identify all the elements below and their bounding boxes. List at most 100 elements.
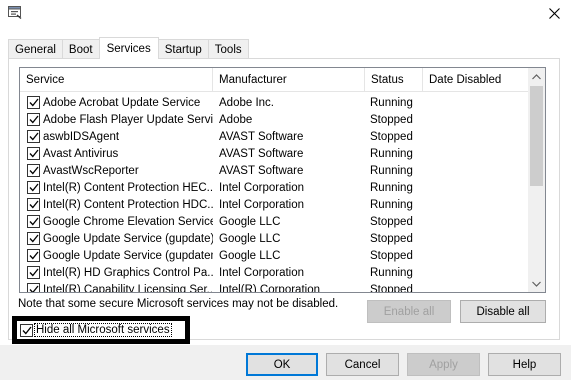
- service-cell: Intel(R) Content Protection HDC...: [20, 198, 213, 211]
- manufacturer-cell: Intel Corporation: [219, 266, 305, 279]
- service-cell: Intel(R) HD Graphics Control Pa...: [20, 266, 213, 279]
- manufacturer-cell: Intel(R) Corporation: [219, 283, 320, 293]
- service-name: aswbIDSAgent: [43, 130, 120, 143]
- tab-services[interactable]: Services: [98, 37, 159, 59]
- tab-boot[interactable]: Boot: [61, 39, 100, 59]
- table-row[interactable]: Google Chrome Elevation Service Google LL…: [20, 213, 530, 230]
- table-row[interactable]: Google Update Service (gupdatem) Google L…: [20, 247, 530, 264]
- service-checkbox[interactable]: [27, 215, 40, 228]
- close-icon: [548, 8, 560, 22]
- disable-all-button[interactable]: Disable all: [460, 300, 546, 323]
- service-cell: Google Update Service (gupdatem): [20, 249, 213, 262]
- title-bar: [0, 0, 571, 30]
- list-header: Service Manufacturer Status Date Disable…: [20, 68, 530, 92]
- status-cell: Stopped: [370, 249, 413, 262]
- status-cell: Running: [370, 164, 413, 177]
- table-row[interactable]: AvastWscReporter AVAST Software Running: [20, 162, 530, 179]
- table-row[interactable]: Intel(R) Content Protection HEC... Intel …: [20, 179, 530, 196]
- service-name: Google Update Service (gupdate): [43, 232, 213, 245]
- service-name: Adobe Flash Player Update Service: [43, 113, 213, 126]
- status-cell: Stopped: [370, 232, 413, 245]
- service-cell: aswbIDSAgent: [20, 130, 213, 143]
- table-row[interactable]: Intel(R) Capability Licensing Ser... Inte…: [20, 281, 530, 293]
- close-button[interactable]: [537, 0, 571, 30]
- hide-microsoft-services-label: Hide all Microsoft services: [34, 323, 172, 337]
- vertical-scrollbar[interactable]: [528, 68, 545, 292]
- service-name: AvastWscReporter: [43, 164, 139, 177]
- table-row[interactable]: Intel(R) HD Graphics Control Pa... Intel …: [20, 264, 530, 281]
- checkbox[interactable]: [20, 323, 33, 337]
- status-cell: Running: [370, 147, 413, 160]
- service-cell: Avast Antivirus: [20, 147, 213, 160]
- chevron-down-icon: [532, 278, 541, 290]
- manufacturer-cell: Google LLC: [219, 232, 281, 245]
- tab-general[interactable]: General: [8, 39, 63, 59]
- manufacturer-cell: Google LLC: [219, 215, 281, 228]
- service-checkbox[interactable]: [27, 113, 40, 126]
- table-row[interactable]: Intel(R) Content Protection HDC... Intel …: [20, 196, 530, 213]
- scroll-down-button[interactable]: [528, 275, 545, 292]
- dialog-footer: OK Cancel Apply Help: [0, 345, 571, 380]
- column-header-manufacturer[interactable]: Manufacturer: [213, 68, 365, 92]
- table-row[interactable]: Adobe Acrobat Update Service Adobe Inc. Ru…: [20, 94, 530, 111]
- enable-all-button[interactable]: Enable all: [367, 300, 451, 323]
- tab-label: Tools: [214, 43, 242, 56]
- service-checkbox[interactable]: [27, 266, 40, 279]
- status-cell: Running: [370, 198, 413, 211]
- manufacturer-cell: Adobe Inc.: [219, 96, 274, 109]
- hide-microsoft-services-checkbox[interactable]: Hide all Microsoft services: [12, 316, 190, 344]
- manufacturer-cell: AVAST Software: [219, 147, 304, 160]
- column-header-status[interactable]: Status: [365, 68, 423, 92]
- service-name: Intel(R) Capability Licensing Ser...: [43, 283, 213, 293]
- column-header-date-disabled[interactable]: Date Disabled: [423, 68, 530, 92]
- service-checkbox[interactable]: [27, 232, 40, 245]
- status-cell: Stopped: [370, 283, 413, 293]
- service-checkbox[interactable]: [27, 283, 40, 292]
- manufacturer-cell: AVAST Software: [219, 164, 304, 177]
- service-cell: Adobe Acrobat Update Service: [20, 96, 213, 109]
- scroll-up-button[interactable]: [528, 68, 545, 85]
- ok-button[interactable]: OK: [246, 353, 318, 376]
- service-name: Avast Antivirus: [43, 147, 119, 160]
- status-cell: Running: [370, 266, 413, 279]
- table-row[interactable]: Avast Antivirus AVAST Software Running: [20, 145, 530, 162]
- service-checkbox[interactable]: [27, 96, 40, 109]
- apply-button[interactable]: Apply: [407, 353, 480, 376]
- status-cell: Running: [370, 181, 413, 194]
- service-rows: Adobe Acrobat Update Service Adobe Inc. Ru…: [20, 94, 530, 293]
- service-name: Adobe Acrobat Update Service: [43, 96, 201, 109]
- tab-tools[interactable]: Tools: [207, 39, 249, 59]
- service-checkbox[interactable]: [27, 147, 40, 160]
- status-cell: Stopped: [370, 113, 413, 126]
- scroll-thumb[interactable]: [530, 86, 543, 186]
- service-checkbox[interactable]: [27, 181, 40, 194]
- status-cell: Stopped: [370, 215, 413, 228]
- tab-strip: General Boot Services Startup Tools: [8, 37, 249, 59]
- manufacturer-cell: Adobe: [219, 113, 253, 126]
- service-cell: Adobe Flash Player Update Service: [20, 113, 213, 126]
- status-cell: Stopped: [370, 130, 413, 143]
- services-list[interactable]: Service Manufacturer Status Date Disable…: [19, 67, 546, 293]
- service-cell: Google Update Service (gupdate): [20, 232, 213, 245]
- service-checkbox[interactable]: [27, 249, 40, 262]
- service-checkbox[interactable]: [27, 130, 40, 143]
- column-header-service[interactable]: Service: [20, 68, 213, 92]
- manufacturer-cell: Google LLC: [219, 249, 281, 262]
- tab-label: Services: [106, 42, 151, 55]
- table-row[interactable]: Adobe Flash Player Update Service Adobe St…: [20, 111, 530, 128]
- table-row[interactable]: aswbIDSAgent AVAST Software Stopped: [20, 128, 530, 145]
- service-name: Google Chrome Elevation Service: [43, 215, 213, 228]
- secure-services-note: Note that some secure Microsoft services…: [18, 298, 339, 310]
- table-row[interactable]: Google Update Service (gupdate) Google LL…: [20, 230, 530, 247]
- service-name: Intel(R) HD Graphics Control Pa...: [43, 266, 213, 279]
- manufacturer-cell: AVAST Software: [219, 130, 304, 143]
- service-cell: Intel(R) Content Protection HEC...: [20, 181, 213, 194]
- chevron-up-icon: [532, 71, 541, 83]
- service-checkbox[interactable]: [27, 198, 40, 211]
- cancel-button[interactable]: Cancel: [326, 353, 399, 376]
- tab-startup[interactable]: Startup: [157, 39, 209, 59]
- tab-label: General: [15, 43, 56, 56]
- service-checkbox[interactable]: [27, 164, 40, 177]
- help-button[interactable]: Help: [488, 353, 561, 376]
- status-cell: Running: [370, 96, 413, 109]
